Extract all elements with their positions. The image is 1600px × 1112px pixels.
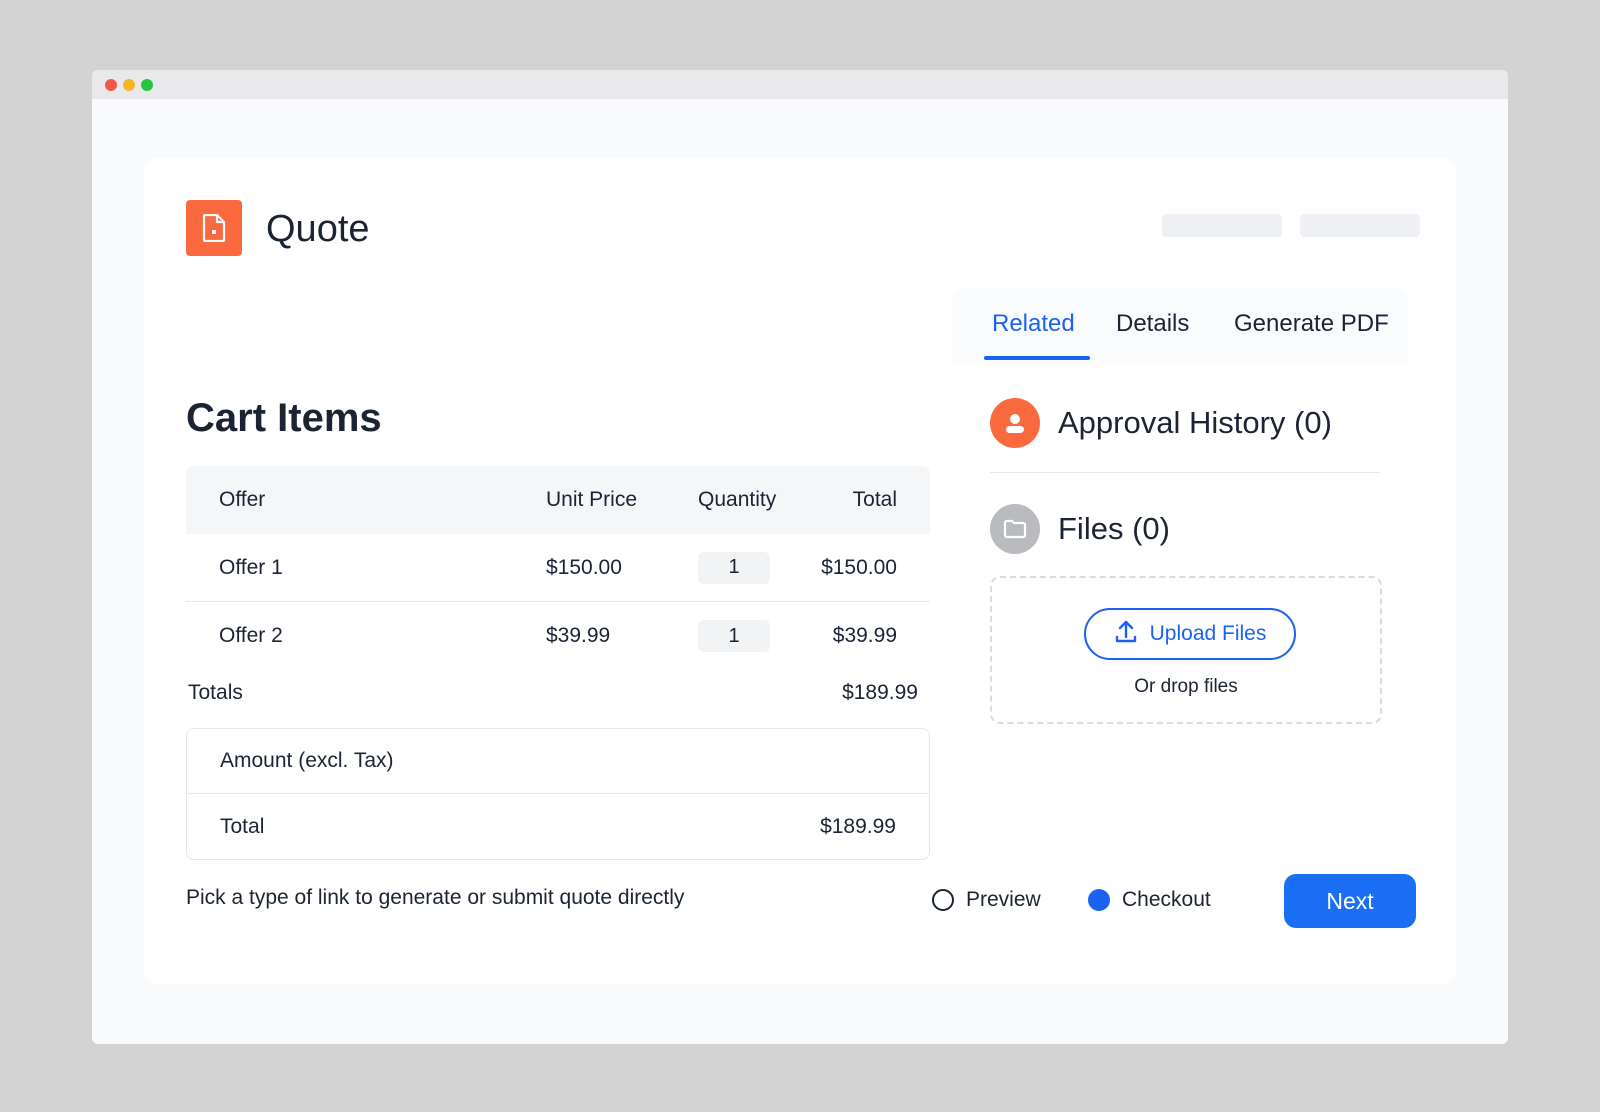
column-header-total: Total (852, 488, 897, 511)
amount-excl-tax-label: Amount (excl. Tax) (220, 749, 394, 772)
active-tab-indicator (984, 356, 1090, 360)
summary-total-value: $189.99 (820, 814, 896, 838)
link-type-hint: Pick a type of link to generate or submi… (186, 886, 685, 909)
cart-table-header: Offer Unit Price Quantity Total (186, 466, 930, 534)
table-row: Offer 1 $150.00 1 $150.00 (186, 534, 930, 602)
close-window-button[interactable] (105, 79, 117, 91)
summary-total-row: Total $189.99 (187, 794, 929, 859)
upload-files-button[interactable]: Upload Files (1084, 608, 1296, 660)
files-label: Files (0) (1058, 511, 1170, 546)
totals-label: Totals (188, 681, 243, 704)
file-dropzone[interactable]: Upload Files Or drop files (990, 576, 1382, 724)
column-header-unit-price: Unit Price (546, 488, 638, 511)
tab-generate-pdf[interactable]: Generate PDF (1234, 310, 1389, 338)
related-panel: Related Details Generate PDF Approval Hi… (952, 288, 1408, 760)
next-button[interactable]: Next (1284, 874, 1416, 928)
table-row: Offer 2 $39.99 1 $39.99 (186, 602, 930, 670)
header-action-placeholder[interactable] (1162, 214, 1282, 237)
summary-amount-row: Amount (excl. Tax) (187, 729, 929, 794)
user-icon (990, 398, 1040, 448)
document-icon (186, 200, 242, 256)
quote-card: Quote Cart Items Offer Unit Price Quanti… (144, 158, 1456, 984)
quantity-input[interactable]: 1 (698, 551, 770, 584)
cart-items-title: Cart Items (186, 396, 382, 440)
column-header-quantity: Quantity (698, 488, 777, 511)
column-header-offer: Offer (219, 488, 266, 511)
page-title: Quote (266, 208, 370, 250)
tab-details[interactable]: Details (1116, 310, 1189, 338)
offer-name: Offer 1 (219, 555, 283, 579)
approval-history-label: Approval History (0) (1058, 405, 1332, 440)
drop-files-hint: Or drop files (1134, 676, 1238, 697)
radio-preview[interactable]: Preview (932, 888, 1041, 912)
offer-name: Offer 2 (219, 624, 283, 647)
radio-checkout-label: Checkout (1122, 888, 1211, 911)
approval-history-item[interactable]: Approval History (0) (990, 398, 1332, 448)
radio-preview-label: Preview (966, 888, 1041, 911)
minimize-window-button[interactable] (123, 79, 135, 91)
folder-icon (990, 504, 1040, 554)
unit-price: $150.00 (546, 555, 622, 579)
quantity-input[interactable]: 1 (698, 620, 770, 652)
summary-total-label: Total (220, 814, 265, 838)
radio-checkout[interactable]: Checkout (1088, 888, 1211, 912)
panel-divider (990, 472, 1380, 473)
app-window: Quote Cart Items Offer Unit Price Quanti… (92, 70, 1508, 1044)
radio-preview-indicator[interactable] (932, 889, 954, 911)
tab-related[interactable]: Related (992, 310, 1075, 338)
unit-price: $39.99 (546, 624, 611, 647)
cart-table: Offer Unit Price Quantity Total Offer 1 … (186, 466, 930, 670)
summary-box: Amount (excl. Tax) Total $189.99 (186, 728, 930, 860)
maximize-window-button[interactable] (141, 79, 153, 91)
radio-checkout-indicator[interactable] (1088, 889, 1110, 911)
line-total: $39.99 (832, 624, 897, 647)
line-total: $150.00 (821, 555, 897, 579)
totals-value: $189.99 (842, 681, 918, 704)
upload-files-label: Upload Files (1149, 622, 1267, 645)
header-action-placeholder[interactable] (1300, 214, 1420, 237)
upload-icon (1114, 619, 1138, 650)
window-titlebar (92, 70, 1508, 99)
files-item[interactable]: Files (0) (990, 504, 1170, 554)
panel-tabs: Related Details Generate PDF (952, 288, 1408, 364)
